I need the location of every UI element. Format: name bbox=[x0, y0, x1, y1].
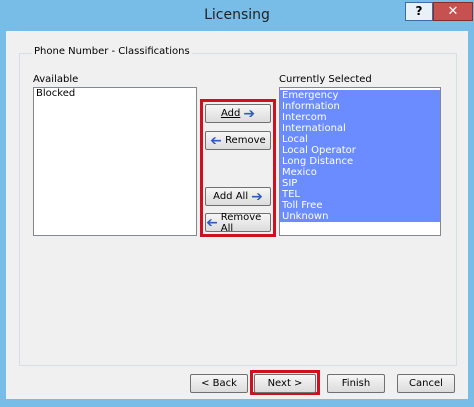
close-button[interactable]: ✕ bbox=[433, 2, 473, 21]
list-item[interactable]: Information bbox=[280, 101, 440, 112]
finish-button[interactable]: Finish bbox=[327, 374, 385, 393]
list-item[interactable]: Long Distance bbox=[280, 156, 440, 167]
cancel-button[interactable]: Cancel bbox=[397, 374, 455, 393]
help-button[interactable]: ? bbox=[405, 2, 433, 21]
arrow-left-icon: ➔ bbox=[206, 214, 218, 231]
list-item[interactable]: Local bbox=[280, 134, 440, 145]
remove-button[interactable]: ➔ Remove bbox=[205, 131, 271, 150]
arrow-left-icon: ➔ bbox=[210, 132, 223, 149]
arrow-right-icon: ➔ bbox=[243, 105, 256, 122]
list-item[interactable]: Intercom bbox=[280, 112, 440, 123]
list-item[interactable]: SIP bbox=[280, 178, 440, 189]
group-title: Phone Number - Classifications bbox=[32, 46, 192, 57]
add-button-label: Add bbox=[220, 108, 241, 119]
next-button[interactable]: Next > bbox=[254, 374, 316, 393]
add-button[interactable]: Add ➔ bbox=[205, 104, 271, 123]
title-bar: Licensing ? ✕ bbox=[0, 0, 474, 31]
list-item[interactable]: International bbox=[280, 123, 440, 134]
remove-all-button-label: Remove All bbox=[220, 211, 262, 234]
arrow-right-icon: ➔ bbox=[251, 188, 263, 205]
back-button[interactable]: < Back bbox=[190, 374, 248, 393]
window-title: Licensing bbox=[204, 7, 270, 23]
remove-button-label: Remove bbox=[225, 135, 266, 146]
list-item[interactable]: Mexico bbox=[280, 167, 440, 178]
list-item[interactable]: TEL bbox=[280, 189, 440, 200]
list-item[interactable]: Unknown bbox=[280, 211, 440, 222]
remove-all-button[interactable]: ➔ Remove All bbox=[205, 211, 271, 234]
list-item[interactable]: Local Operator bbox=[280, 145, 440, 156]
list-item[interactable]: Blocked bbox=[34, 88, 196, 99]
available-label: Available bbox=[33, 74, 79, 85]
list-item[interactable]: Emergency bbox=[280, 90, 440, 101]
add-all-button[interactable]: Add All ➔ bbox=[205, 187, 271, 206]
list-item[interactable]: Toll Free bbox=[280, 200, 440, 211]
available-listbox[interactable]: Blocked bbox=[33, 87, 197, 236]
currently-selected-listbox[interactable]: Emergency Information Intercom Internationa… bbox=[279, 87, 441, 236]
currently-selected-label: Currently Selected bbox=[279, 74, 372, 85]
add-all-button-label: Add All bbox=[213, 191, 249, 202]
